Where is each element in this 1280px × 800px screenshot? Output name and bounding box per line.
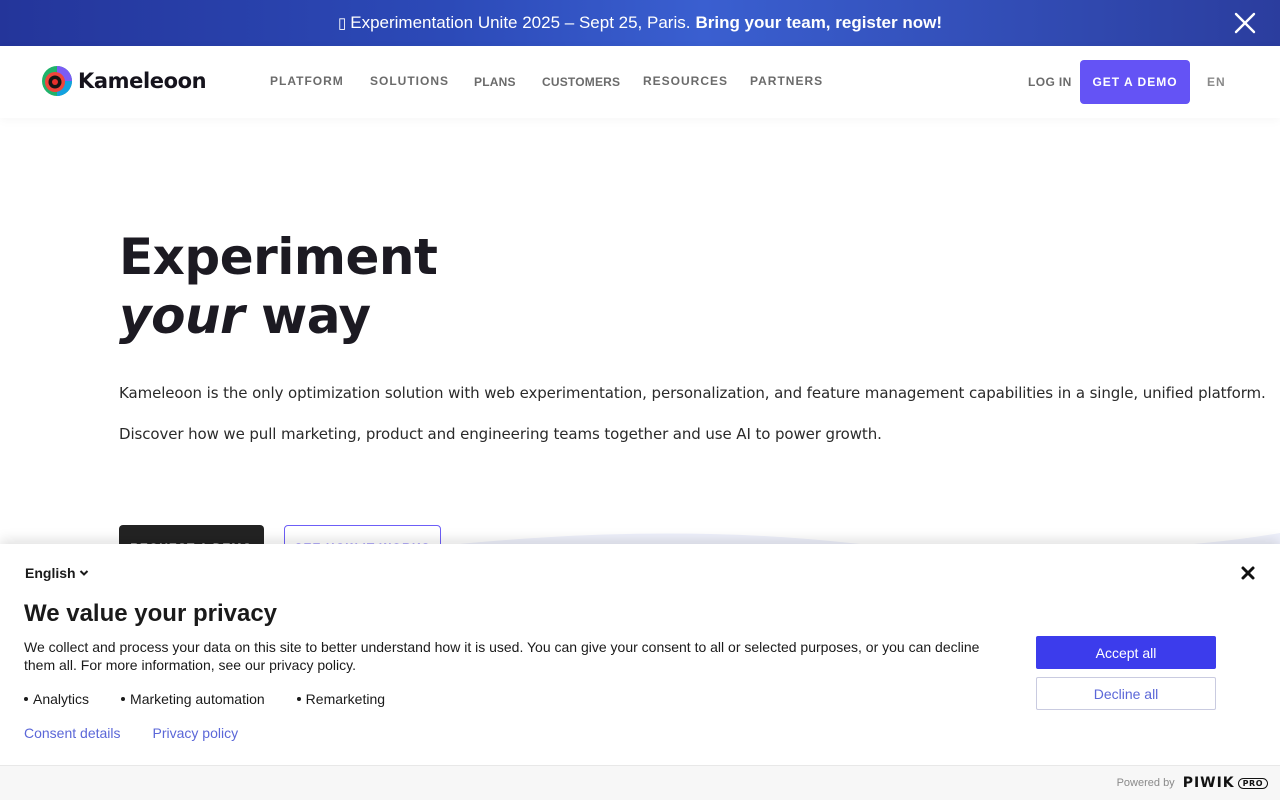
piwik-wordmark: PIWIK <box>1182 775 1235 791</box>
hero-title-line1: Experiment <box>119 228 438 286</box>
hero-subdescription: Discover how we pull marketing, product … <box>119 425 882 443</box>
banner-lead-text: Experimentation Unite 2025 – Sept 25, Pa… <box>350 13 691 32</box>
piwik-pro-badge: PRO <box>1237 777 1268 789</box>
announcement-banner[interactable]: ▯ Experimentation Unite 2025 – Sept 25, … <box>0 0 1280 46</box>
get-a-demo-button[interactable]: GET A DEMO <box>1080 60 1190 104</box>
consent-language-select[interactable]: English <box>25 565 89 581</box>
logo-wordmark: Kameleoon <box>78 69 207 93</box>
consent-purposes: Analytics Marketing automation Remarketi… <box>24 691 417 707</box>
purpose-marketing-automation: Marketing automation <box>121 691 265 707</box>
bullet-icon <box>296 697 301 701</box>
event-icon: ▯ <box>337 15 347 32</box>
purpose-label: Marketing automation <box>130 691 265 707</box>
hero-title-line2: your way <box>119 287 437 346</box>
purpose-analytics: Analytics <box>24 691 89 707</box>
nav-resources[interactable]: RESOURCES <box>643 74 728 88</box>
nav-customers[interactable]: CUSTOMERS <box>542 75 620 89</box>
privacy-policy-link[interactable]: Privacy policy <box>153 725 239 741</box>
hero-title-rest: way <box>244 287 371 345</box>
language-switcher[interactable]: EN <box>1207 75 1226 89</box>
close-icon[interactable] <box>1232 10 1258 36</box>
consent-title: We value your privacy <box>24 600 278 627</box>
chevron-down-icon <box>79 570 88 576</box>
decline-all-button[interactable]: Decline all <box>1036 677 1216 710</box>
hero-title-emphasis: your <box>119 287 245 345</box>
bullet-icon <box>121 697 126 701</box>
kameleoon-logo[interactable]: Kameleoon <box>40 64 207 98</box>
close-icon[interactable] <box>1240 565 1256 581</box>
consent-banner: English We value your privacy We collect… <box>0 544 1280 800</box>
consent-language-label: English <box>25 565 76 581</box>
purpose-remarketing: Remarketing <box>296 691 386 707</box>
nav-platform[interactable]: PLATFORM <box>270 74 344 88</box>
powered-by-bar: Powered by PIWIK PRO <box>0 765 1280 800</box>
kameleoon-logo-icon <box>42 66 72 96</box>
banner-register-link[interactable]: Bring your team, register now! <box>695 13 942 33</box>
nav-solutions[interactable]: SOLUTIONS <box>370 74 449 88</box>
powered-by-label: Powered by <box>1116 777 1175 789</box>
login-link[interactable]: LOG IN <box>1028 75 1072 89</box>
piwik-pro-logo[interactable]: PIWIK PRO <box>1183 775 1268 791</box>
consent-links: Consent details Privacy policy <box>24 725 270 741</box>
hero-description: Kameleoon is the only optimization solut… <box>119 384 1266 402</box>
consent-text: We collect and process your data on this… <box>24 639 980 673</box>
nav-partners[interactable]: PARTNERS <box>750 74 823 88</box>
consent-details-link[interactable]: Consent details <box>24 725 121 741</box>
hero-title: Experiment your way <box>119 228 438 346</box>
purpose-label: Analytics <box>33 691 90 707</box>
nav-plans[interactable]: PLANS <box>474 75 516 89</box>
site-header: Kameleoon PLATFORM SOLUTIONS PLANS CUSTO… <box>0 46 1280 118</box>
bullet-icon <box>24 697 28 701</box>
accept-all-button[interactable]: Accept all <box>1036 636 1216 669</box>
purpose-label: Remarketing <box>305 691 386 707</box>
